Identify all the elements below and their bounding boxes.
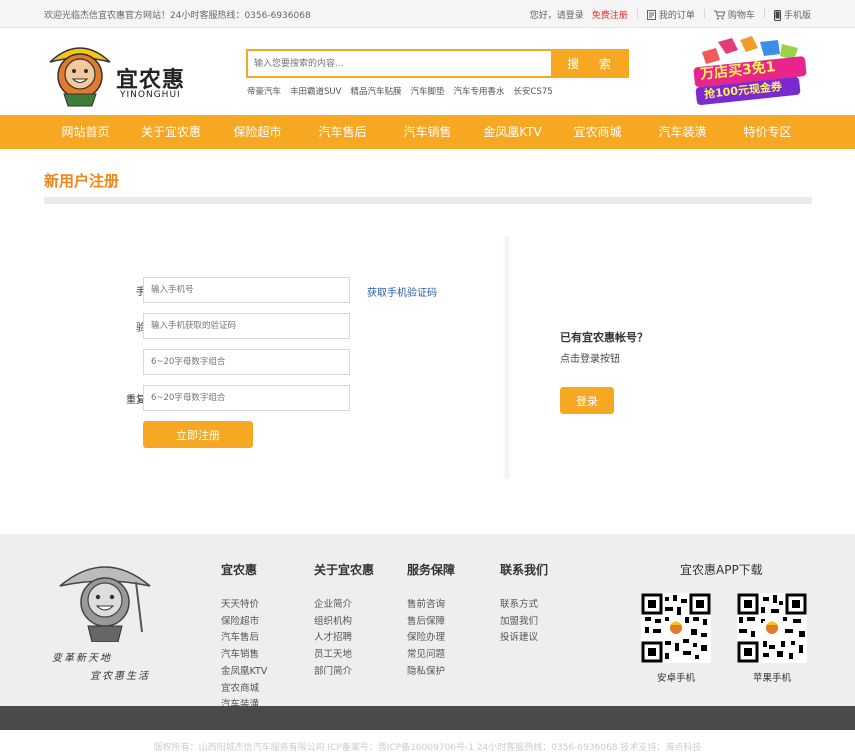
- mobile-link[interactable]: 手机版: [773, 8, 811, 21]
- footer-col-service: 服务保障 售前咨询 售后保障 保险办理 常见问题 隐私保护: [407, 561, 455, 681]
- nav-decoration[interactable]: 汽车装潢: [640, 115, 725, 149]
- cart-link[interactable]: 购物车: [713, 8, 755, 21]
- footer-link[interactable]: 汽车售后: [221, 630, 267, 647]
- nav-specials[interactable]: 特价专区: [725, 115, 810, 149]
- login-link[interactable]: 您好，请登录: [530, 8, 584, 21]
- nav-home[interactable]: 网站首页: [44, 115, 127, 149]
- footer-slogan-2: 宜农惠生活: [90, 671, 150, 682]
- page-title: 新用户注册: [44, 172, 120, 190]
- search-input[interactable]: [248, 51, 551, 76]
- footer-col-about: 关于宜农惠 企业简介 组织机构 人才招聘 员工天地 部门简介: [314, 561, 374, 681]
- top-links: 您好，请登录 免费注册 | 我的订单 | 购物车 | 手机版: [530, 8, 811, 21]
- app-download-title: 宜农惠APP下载: [680, 563, 763, 577]
- nav-ktv[interactable]: 金凤凰KTV: [470, 115, 555, 149]
- nav-aftersales[interactable]: 汽车售后: [300, 115, 385, 149]
- footer-link[interactable]: 组织机构: [314, 614, 374, 631]
- hot-keyword[interactable]: 汽车专用香水: [453, 85, 504, 97]
- footer-slogan-1: 变革新天地: [52, 653, 112, 664]
- footer-link[interactable]: 天天特价: [221, 597, 267, 614]
- orders-link[interactable]: 我的订单: [646, 8, 695, 21]
- footer-link[interactable]: 隐私保护: [407, 664, 455, 681]
- android-qr-code[interactable]: [641, 593, 711, 663]
- footer-mascot-icon: [59, 566, 151, 642]
- footer-link[interactable]: 联系方式: [500, 597, 548, 614]
- footer-link[interactable]: 保险超市: [221, 614, 267, 631]
- login-button[interactable]: 登录: [560, 387, 614, 414]
- footer-link[interactable]: 宜农商城: [221, 681, 267, 698]
- footer: 变革新天地 宜农惠生活 宜农惠 天天特价 保险超市 汽车售后 汽车销售 金凤凰K…: [0, 534, 855, 710]
- footer-link[interactable]: 保险办理: [407, 630, 455, 647]
- hot-keywords: 帝豪汽车 丰田霸道SUV 精品汽车贴膜 汽车脚垫 汽车专用香水 长安CS75: [247, 85, 553, 97]
- orders-label: 我的订单: [658, 10, 695, 21]
- nav-about[interactable]: 关于宜农惠: [127, 115, 215, 149]
- promo-banner[interactable]: 万店买3免1 抢100元现金券: [688, 36, 808, 106]
- ios-qr-code[interactable]: [737, 593, 807, 663]
- code-input[interactable]: [143, 313, 350, 339]
- hot-keyword[interactable]: 汽车脚垫: [410, 85, 444, 97]
- vertical-divider: [503, 236, 511, 479]
- footer-link[interactable]: 售前咨询: [407, 597, 455, 614]
- divider: |: [635, 9, 639, 19]
- repeat-password-row: 重复密码*: [44, 385, 464, 411]
- phone-input[interactable]: [143, 277, 350, 303]
- farmer-mascot-icon: [49, 47, 111, 107]
- footer-col-title: 宜农惠: [221, 563, 258, 577]
- footer-col-contact: 联系我们 联系方式 加盟我们 投诉建议: [500, 561, 548, 647]
- footer-col-title: 服务保障: [407, 563, 456, 577]
- hot-keyword[interactable]: 长安CS75: [514, 85, 553, 97]
- repeat-password-input[interactable]: [143, 385, 350, 411]
- footer-link[interactable]: 加盟我们: [500, 614, 548, 631]
- title-underline: [44, 197, 812, 204]
- welcome-text: 欢迎光临杰信宜农惠官方网站！24小时客服热线：0356-6936068: [44, 10, 311, 21]
- main-nav: 网站首页 关于宜农惠 保险超市 汽车售后 汽车销售 金凤凰KTV 宜农商城 汽车…: [0, 115, 855, 149]
- cart-icon: [713, 10, 725, 20]
- bottom-bar: [0, 706, 855, 730]
- search-button[interactable]: 搜 索: [551, 51, 627, 76]
- footer-col-title: 关于宜农惠: [314, 563, 375, 577]
- password-row: 密码*: [44, 349, 464, 375]
- login-hint: 点击登录按钮: [560, 354, 620, 365]
- login-question: 已有宜农惠帐号？: [560, 331, 648, 344]
- ios-label: 苹果手机: [753, 673, 792, 684]
- register-link[interactable]: 免费注册: [592, 8, 628, 21]
- phone-icon: [773, 9, 781, 21]
- document-icon: [646, 10, 656, 20]
- footer-col-title: 联系我们: [500, 563, 549, 577]
- hot-keyword[interactable]: 帝豪汽车: [247, 85, 281, 97]
- nav-insurance[interactable]: 保险超市: [215, 115, 300, 149]
- site-logo[interactable]: 宜农惠 YINONGHUI: [44, 36, 194, 108]
- footer-col-yinonghui: 宜农惠 天天特价 保险超市 汽车售后 汽车销售 金凤凰KTV 宜农商城 汽车装潢: [221, 561, 267, 714]
- password-input[interactable]: [143, 349, 350, 375]
- code-row: 验证码*: [44, 313, 464, 339]
- footer-link[interactable]: 员工天地: [314, 647, 374, 664]
- cart-label: 购物车: [727, 10, 755, 21]
- footer-link[interactable]: 人才招聘: [314, 630, 374, 647]
- footer-link[interactable]: 售后保障: [407, 614, 455, 631]
- get-code-link[interactable]: 获取手机验证码: [367, 284, 437, 299]
- footer-link[interactable]: 投诉建议: [500, 630, 548, 647]
- divider: |: [762, 9, 766, 19]
- register-button[interactable]: 立即注册: [143, 421, 253, 448]
- hot-keyword[interactable]: 精品汽车贴膜: [350, 85, 401, 97]
- footer-link[interactable]: 部门简介: [314, 664, 374, 681]
- footer-link[interactable]: 汽车销售: [221, 647, 267, 664]
- android-label: 安卓手机: [657, 673, 696, 684]
- copyright-text: 版权所有：山西阳城杰信汽车服务有限公司 ICP备案号：晋ICP备16009706…: [153, 743, 702, 753]
- divider: |: [702, 9, 706, 19]
- footer-link[interactable]: 金凤凰KTV: [221, 664, 267, 681]
- search-bar: 搜 索: [246, 49, 629, 78]
- hot-keyword[interactable]: 丰田霸道SUV: [290, 85, 341, 97]
- nav-mall[interactable]: 宜农商城: [555, 115, 640, 149]
- header: 宜农惠 YINONGHUI 搜 索 帝豪汽车 丰田霸道SUV 精品汽车贴膜 汽车…: [0, 28, 855, 115]
- footer-link[interactable]: 常见问题: [407, 647, 455, 664]
- mobile-label: 手机版: [783, 10, 811, 21]
- logo-subtext: YINONGHUI: [120, 90, 181, 100]
- top-bar: 欢迎光临杰信宜农惠官方网站！24小时客服热线：0356-6936068 您好，请…: [0, 0, 855, 28]
- footer-link[interactable]: 企业简介: [314, 597, 374, 614]
- phone-row: 手机号* 获取手机验证码: [44, 277, 464, 303]
- nav-car-sales[interactable]: 汽车销售: [385, 115, 470, 149]
